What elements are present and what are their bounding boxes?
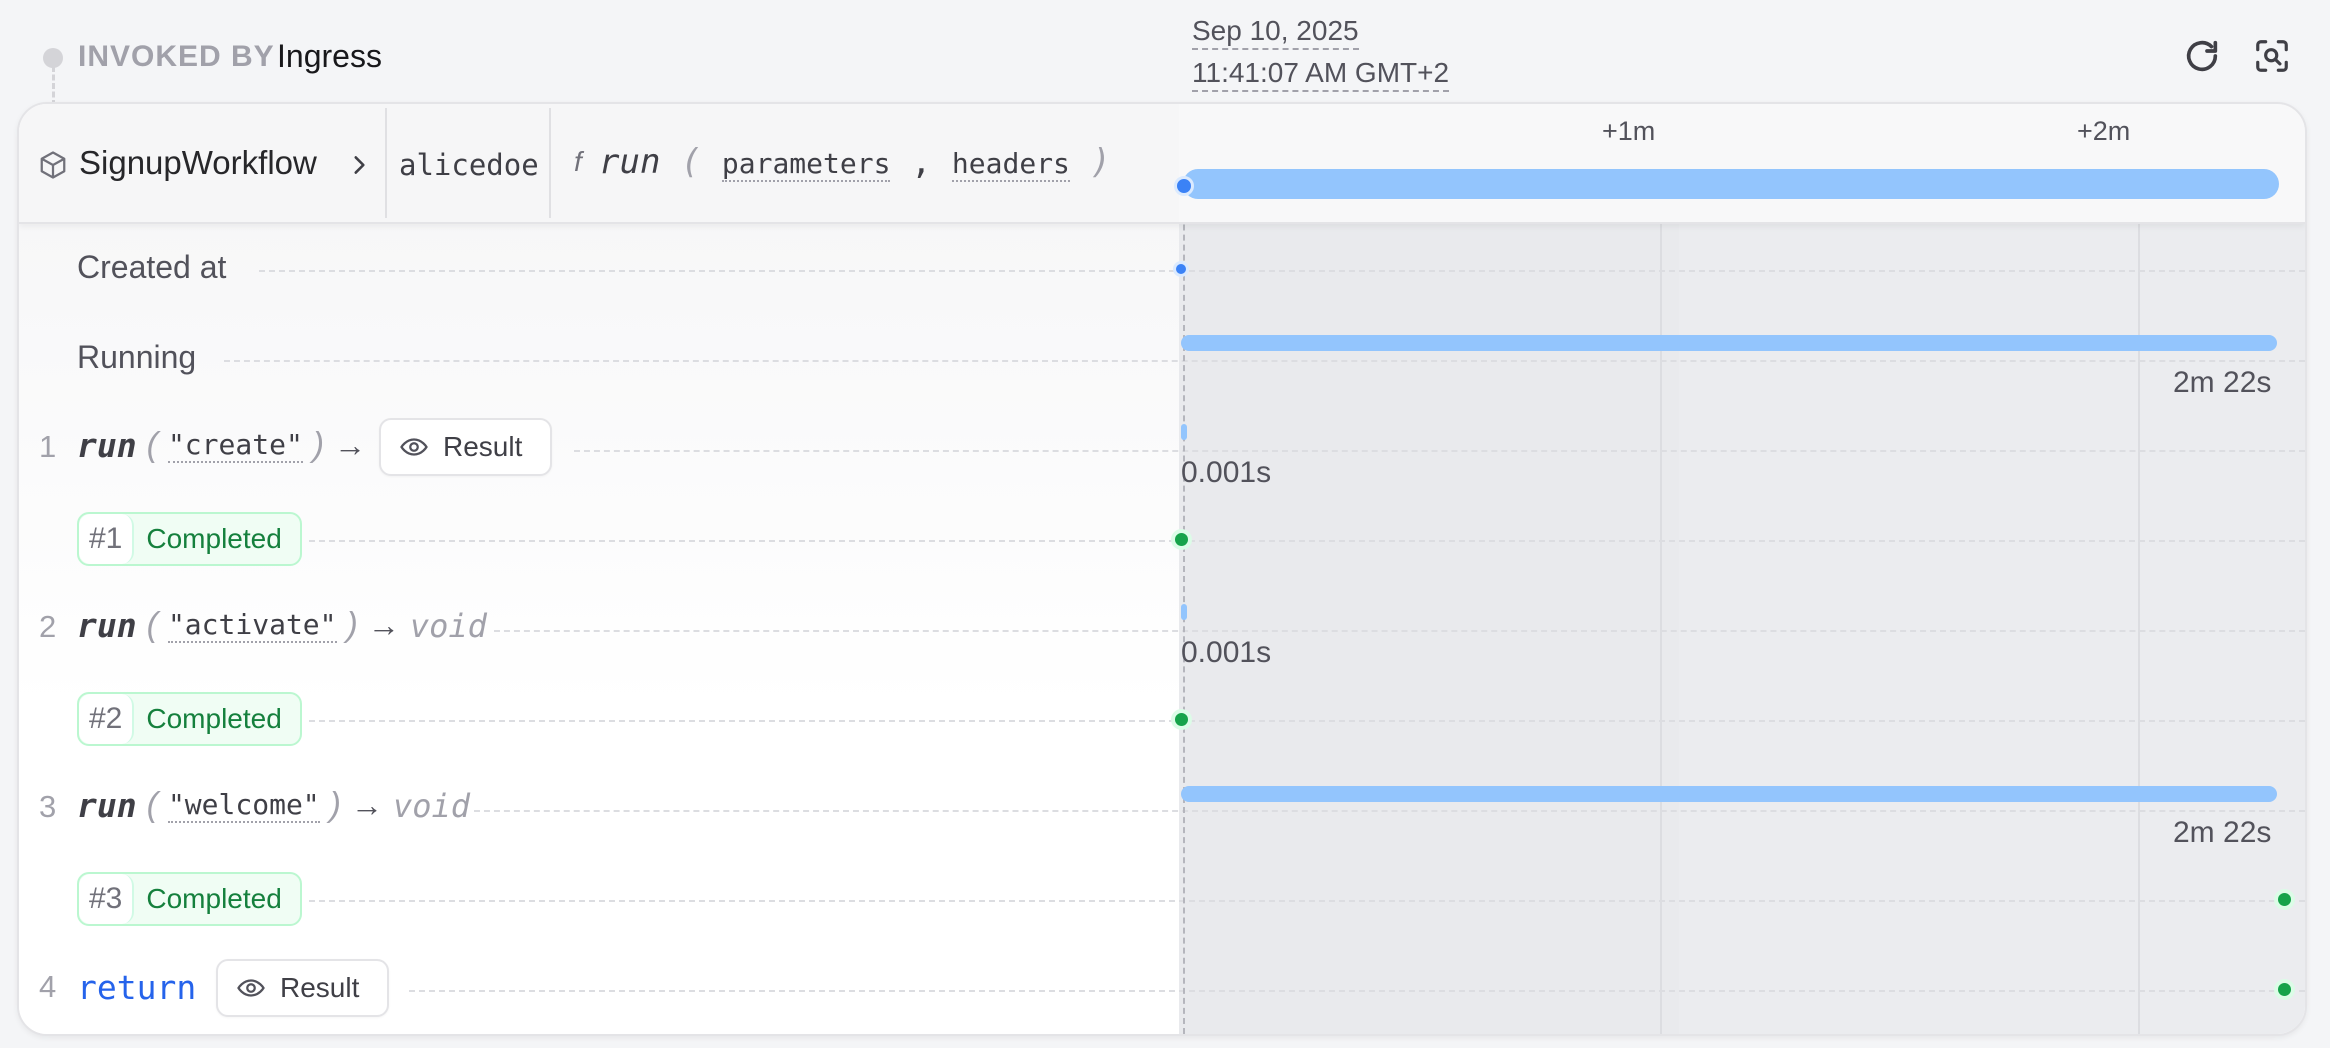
header-divider — [549, 108, 551, 218]
row-line-running — [224, 360, 2305, 362]
step-1-attempt-badge[interactable]: #1 Completed — [77, 512, 302, 566]
workflow-name[interactable]: SignupWorkflow — [79, 144, 317, 182]
step-arg[interactable]: "activate" — [167, 608, 337, 643]
chevron-right-icon — [354, 156, 365, 174]
row-line-step1 — [574, 450, 2305, 452]
start-time: 11:41:07 AM GMT+2 — [1192, 56, 1450, 92]
step-2-duration: 0.001s — [1181, 636, 1272, 669]
attempt-status: Completed — [146, 883, 282, 914]
result-label: Result — [280, 972, 360, 1003]
step-2-bar[interactable] — [1181, 604, 1187, 620]
header-divider — [385, 108, 387, 218]
handler-function: run — [599, 142, 661, 182]
step-call-name: run — [77, 426, 137, 465]
result-label: Result — [443, 431, 523, 462]
return-result-button[interactable]: Result — [216, 959, 390, 1017]
created-at-dot[interactable] — [1173, 261, 1189, 277]
close-paren: ) — [1090, 142, 1111, 182]
refresh-icon — [2186, 40, 2218, 72]
close-paren: ) — [346, 606, 358, 644]
step-arg[interactable]: "create" — [167, 428, 303, 463]
inspect-button[interactable] — [2249, 33, 2295, 79]
step-1-result-button[interactable]: Result — [379, 418, 553, 476]
row-line-step4 — [409, 990, 2305, 992]
row-line-created — [259, 270, 2305, 272]
step-3-attempt-dot[interactable] — [2274, 889, 2295, 910]
row-line-step2 — [494, 630, 2305, 632]
attempt-status: Completed — [146, 703, 282, 734]
invoked-by-value: Ingress — [277, 38, 382, 74]
row-line-step3 — [474, 810, 2305, 812]
step-1-bar[interactable] — [1181, 424, 1187, 440]
invocation-timeline-card: SignupWorkflow alicedoe f run ( paramete… — [17, 102, 2307, 1036]
step-1-attempt-dot[interactable] — [1171, 529, 1192, 550]
step-2-call: run ( "activate" ) → void — [77, 606, 487, 645]
grid-line-2m — [2138, 104, 2140, 1034]
step-number: 1 — [39, 429, 57, 464]
created-at-label: Created at — [77, 249, 227, 285]
invocation-start-dot — [1174, 176, 1194, 196]
arrow-right-icon: → — [334, 427, 367, 463]
row-line-step2-attempt — [309, 720, 2305, 722]
step-number: 2 — [39, 609, 57, 644]
open-paren: ( — [146, 606, 158, 644]
step-return-type: void — [409, 606, 487, 645]
attempt-number: #1 — [79, 514, 135, 564]
function-icon: f — [574, 146, 582, 177]
tick-label-2m: +2m — [2077, 116, 2131, 146]
step-1-duration: 0.001s — [1181, 456, 1272, 489]
arrow-right-icon: → — [350, 787, 383, 823]
step-call-name: run — [77, 606, 137, 645]
running-bar[interactable] — [1181, 335, 2277, 351]
scan-search-icon — [2256, 40, 2288, 72]
open-paren: ( — [146, 786, 158, 824]
attempt-number: #3 — [79, 874, 135, 924]
param-parameters[interactable]: parameters — [721, 147, 891, 182]
step-arg[interactable]: "welcome" — [167, 788, 320, 823]
return-keyword: return — [77, 968, 197, 1007]
grid-line-1m — [1660, 104, 1662, 1034]
arrow-right-icon: → — [367, 607, 400, 643]
param-headers[interactable]: headers — [951, 147, 1070, 182]
step-number: 3 — [39, 789, 57, 824]
running-duration: 2m 22s — [2173, 366, 2272, 399]
step-number: 4 — [39, 969, 57, 1004]
step-call-name: run — [77, 786, 137, 825]
running-label: Running — [77, 339, 197, 375]
row-line-step1-attempt — [309, 540, 2305, 542]
step-2-attempt-dot[interactable] — [1171, 709, 1192, 730]
return-dot[interactable] — [2274, 979, 2295, 1000]
attempt-status: Completed — [146, 523, 282, 554]
row-line-step3-attempt — [309, 900, 2305, 902]
close-paren: ) — [329, 786, 341, 824]
timeline-shade — [1179, 104, 1679, 1034]
attempt-number: #2 — [79, 694, 135, 744]
refresh-button[interactable] — [2179, 33, 2225, 79]
step-2-attempt-badge[interactable]: #2 Completed — [77, 692, 302, 746]
step-return-type: void — [392, 786, 471, 825]
start-marker-line — [1183, 104, 1185, 1034]
invocation-duration-bar[interactable] — [1183, 169, 2279, 199]
step-3-call: run ( "welcome" ) → void — [77, 786, 470, 825]
eye-icon — [237, 979, 265, 997]
step-1-call: run ( "create" ) → — [77, 426, 366, 465]
open-paren: ( — [146, 426, 158, 464]
param-separator: , — [910, 142, 932, 182]
invoked-by-label: INVOKED BY — [78, 40, 275, 73]
handler-name: run ( parameters , headers ) — [599, 142, 1111, 182]
step-3-bar[interactable] — [1181, 786, 2277, 802]
cube-icon — [40, 151, 66, 179]
tick-label-1m: +1m — [1602, 116, 1656, 146]
step-3-attempt-badge[interactable]: #3 Completed — [77, 872, 302, 926]
close-paren: ) — [312, 426, 325, 464]
start-date: Sep 10, 2025 — [1192, 14, 1359, 50]
invoked-connector — [52, 66, 55, 106]
open-paren: ( — [680, 142, 702, 182]
workflow-key[interactable]: alicedoe — [399, 148, 539, 182]
eye-icon — [400, 438, 428, 456]
step-3-duration: 2m 22s — [2173, 816, 2272, 849]
invoked-dot — [43, 48, 63, 68]
